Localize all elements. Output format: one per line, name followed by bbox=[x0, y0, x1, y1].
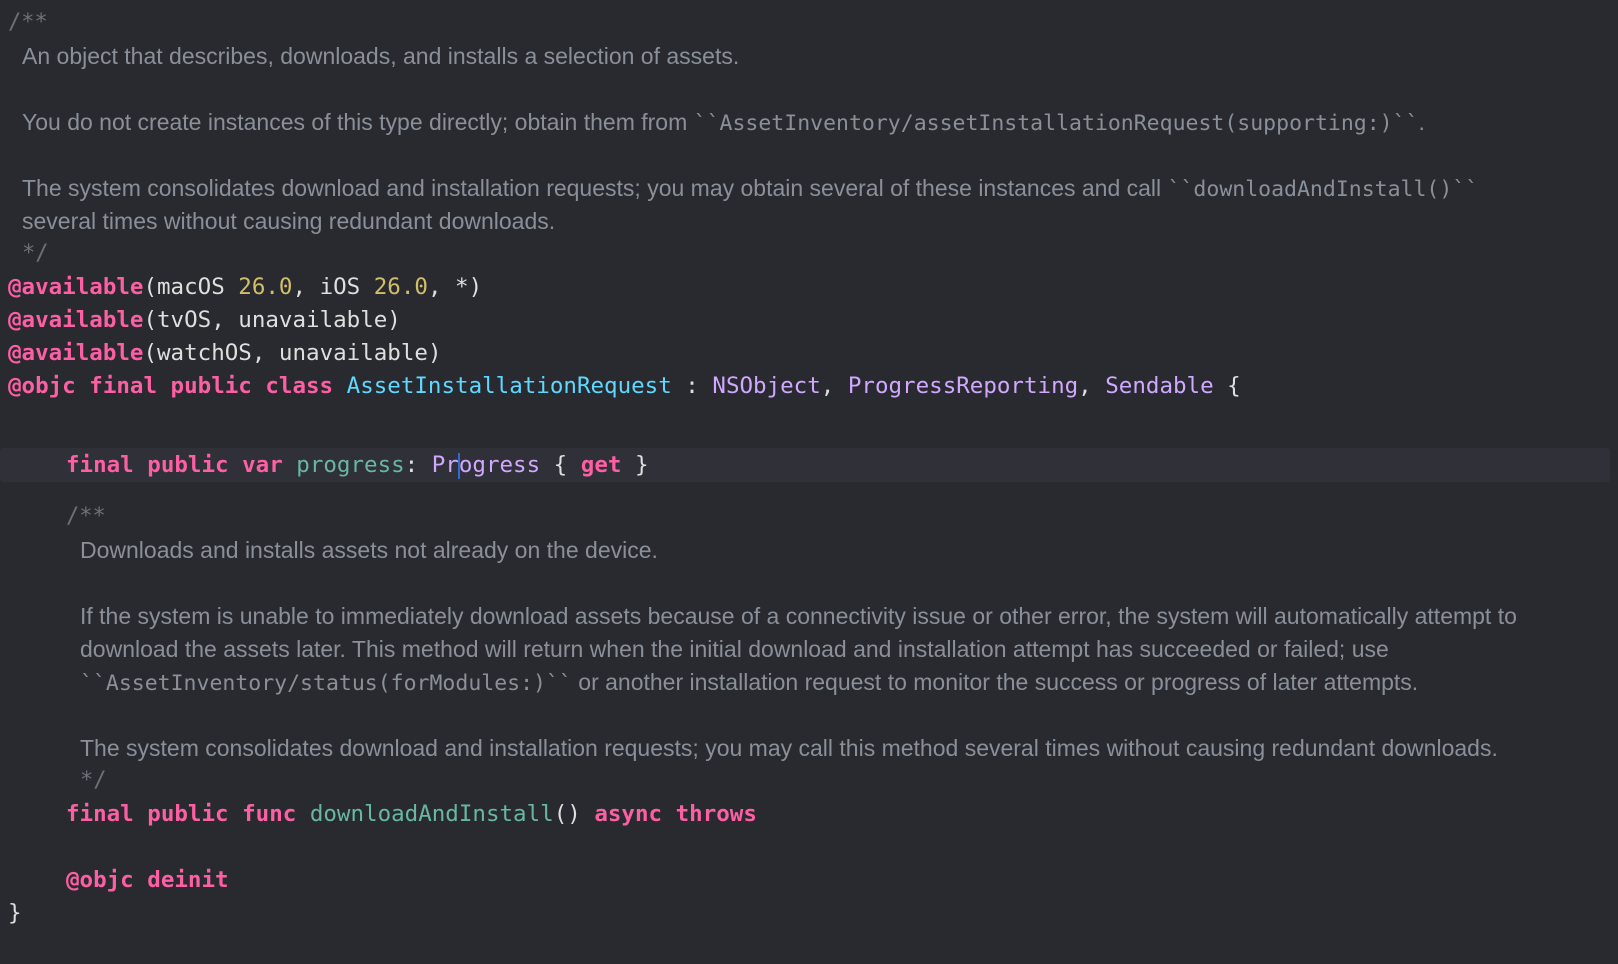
doc-comment-line: The system consolidates download and ins… bbox=[22, 171, 1478, 205]
declaration-keywords: final public func bbox=[66, 801, 297, 827]
property-name[interactable]: progress bbox=[296, 452, 404, 478]
punctuation: } bbox=[621, 452, 649, 478]
throws-keyword: throws bbox=[675, 801, 757, 827]
availability-attribute: @available(watchOS, unavailable) bbox=[8, 336, 441, 370]
doc-text: . bbox=[1418, 109, 1425, 135]
doc-comment-line: The system consolidates download and ins… bbox=[80, 735, 1498, 761]
doc-comment-line: If the system is unable to immediately d… bbox=[80, 603, 1517, 629]
deinit-keyword: deinit bbox=[147, 867, 229, 893]
attribute-args: (watchOS, unavailable) bbox=[143, 340, 442, 366]
punctuation: { bbox=[540, 452, 581, 478]
doc-code-reference: ``AssetInventory/assetInstallationReques… bbox=[693, 111, 1419, 136]
doc-comment-line: You do not create instances of this type… bbox=[22, 105, 1425, 139]
attribute-args: , iOS bbox=[292, 274, 374, 300]
type-reference[interactable]: ProgressReporting bbox=[848, 373, 1078, 399]
doc-code-reference: ``downloadAndInstall()`` bbox=[1167, 177, 1479, 202]
attribute-keyword: @available bbox=[8, 274, 144, 300]
doc-comment-close: */ bbox=[80, 768, 107, 793]
attribute-keyword: @available bbox=[8, 340, 144, 366]
doc-comment-line: several times without causing redundant … bbox=[22, 208, 556, 234]
type-reference[interactable]: Sendable bbox=[1105, 373, 1213, 399]
punctuation: { bbox=[1213, 373, 1241, 399]
availability-attribute: @available(macOS 26.0, iOS 26.0, *) bbox=[8, 270, 482, 304]
class-name[interactable]: AssetInstallationRequest bbox=[347, 373, 672, 399]
function-declaration: final public func downloadAndInstall() a… bbox=[66, 797, 757, 831]
punctuation: , bbox=[820, 373, 848, 399]
punctuation: () bbox=[553, 801, 581, 827]
doc-text: You do not create instances of this type… bbox=[22, 109, 694, 135]
accessor-keyword: get bbox=[580, 452, 622, 478]
doc-comment-line: Downloads and installs assets not alread… bbox=[80, 537, 658, 563]
declaration-keywords: final public var bbox=[66, 452, 283, 478]
punctuation: : bbox=[671, 373, 713, 399]
doc-comment-open: /** bbox=[8, 10, 48, 35]
type-text: ogress bbox=[458, 452, 541, 478]
class-declaration: @objc final public class AssetInstallati… bbox=[8, 369, 1241, 403]
attribute-args: , *) bbox=[427, 274, 483, 300]
version-number: 26.0 bbox=[238, 274, 293, 300]
availability-attribute: @available(tvOS, unavailable) bbox=[8, 303, 401, 337]
doc-comment-open: /** bbox=[66, 504, 106, 529]
property-declaration[interactable]: final public var progress: Progress { ge… bbox=[66, 448, 649, 482]
type-reference[interactable]: NSObject bbox=[712, 373, 820, 399]
doc-comment-line: An object that describes, downloads, and… bbox=[22, 43, 740, 69]
doc-comment-close: */ bbox=[22, 241, 49, 266]
async-keyword: async bbox=[594, 801, 663, 827]
punctuation: : bbox=[404, 452, 432, 478]
declaration-keywords: @objc final public class bbox=[8, 373, 334, 399]
attribute-keyword: @objc bbox=[66, 867, 134, 893]
attribute-args: (tvOS, unavailable) bbox=[143, 307, 401, 333]
punctuation: , bbox=[1078, 373, 1106, 399]
type-text: Pr bbox=[431, 452, 459, 478]
doc-comment-line: download the assets later. This method w… bbox=[80, 636, 1389, 662]
doc-comment-line: ``AssetInventory/status(forModules:)`` o… bbox=[80, 665, 1418, 699]
attribute-args: (macOS bbox=[143, 274, 239, 300]
deinit-declaration: @objc deinit bbox=[66, 863, 229, 897]
type-reference[interactable]: Progress bbox=[431, 452, 541, 479]
doc-text: or another installation request to monit… bbox=[571, 669, 1419, 695]
doc-code-reference: ``AssetInventory/status(forModules:)`` bbox=[80, 671, 572, 696]
function-name[interactable]: downloadAndInstall bbox=[310, 801, 554, 827]
version-number: 26.0 bbox=[373, 274, 428, 300]
code-editor[interactable]: /** An object that describes, downloads,… bbox=[0, 0, 1618, 964]
doc-text: The system consolidates download and ins… bbox=[22, 175, 1168, 201]
closing-brace: } bbox=[8, 900, 22, 926]
attribute-keyword: @available bbox=[8, 307, 144, 333]
